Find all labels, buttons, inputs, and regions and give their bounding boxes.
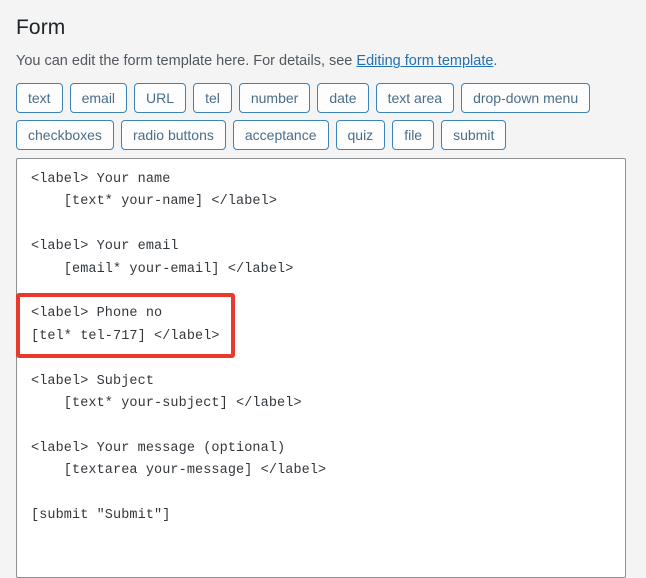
tag-button-submit[interactable]: submit	[441, 120, 507, 151]
tag-button-acceptance[interactable]: acceptance	[232, 120, 329, 151]
form-description-text-after: .	[493, 53, 498, 70]
page-title: Form	[16, 16, 66, 39]
tag-button-date[interactable]: date	[317, 83, 369, 114]
tag-button-tel[interactable]: tel	[193, 83, 232, 114]
tag-button-quiz[interactable]: quiz	[335, 120, 386, 151]
tag-button-number[interactable]: number	[238, 83, 311, 114]
tag-button-radio-buttons[interactable]: radio buttons	[120, 120, 226, 151]
tag-button-file[interactable]: file	[392, 120, 435, 151]
tag-button-text[interactable]: text	[16, 83, 63, 114]
form-description-text-before: You can edit the form template here. For…	[16, 53, 357, 70]
tag-generator-list: text email URL tel number date text area…	[16, 83, 630, 151]
tag-button-email[interactable]: email	[69, 83, 128, 114]
form-description: You can edit the form template here. For…	[16, 51, 630, 73]
form-template-panel: Form You can edit the form template here…	[0, 0, 646, 578]
tag-button-checkboxes[interactable]: checkboxes	[16, 120, 114, 151]
tag-button-url[interactable]: URL	[134, 83, 187, 114]
form-template-editor[interactable]: <label> Your name [text* your-name] </la…	[16, 158, 626, 578]
tag-button-drop-down-menu[interactable]: drop-down menu	[461, 83, 591, 114]
tag-button-text-area[interactable]: text area	[375, 83, 455, 114]
form-template-editor-wrap: <label> Your name [text* your-name] </la…	[16, 158, 630, 578]
editing-form-template-link[interactable]: Editing form template	[356, 53, 493, 69]
